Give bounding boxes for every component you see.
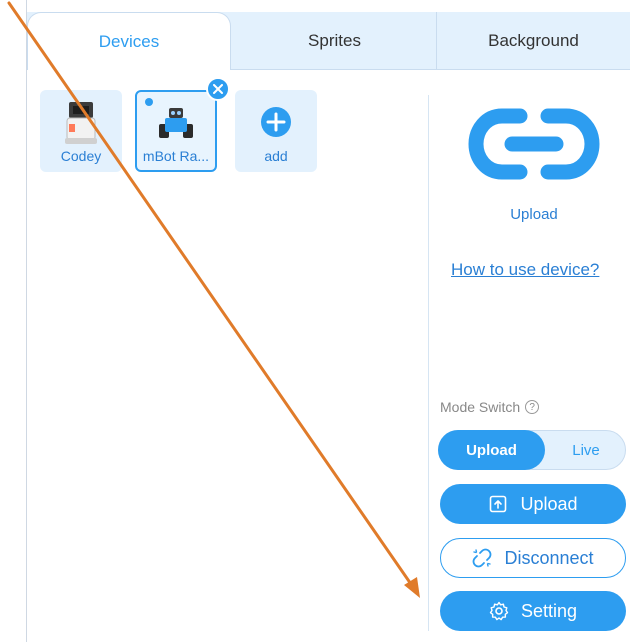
mode-switch-label: Mode Switch ? — [440, 399, 540, 415]
panel-divider — [428, 95, 429, 631]
mode-switch-toggle[interactable]: Upload Live — [438, 430, 626, 470]
tab-devices[interactable]: Devices — [27, 12, 231, 70]
device-label-codey: Codey — [60, 148, 102, 164]
left-edge-rule — [26, 0, 27, 642]
setting-button[interactable]: Setting — [440, 591, 626, 631]
help-question-icon[interactable]: ? — [525, 400, 540, 414]
remove-device-close-icon[interactable] — [206, 77, 230, 101]
device-label-mbot-ranger: mBot Ra... — [142, 148, 210, 164]
add-device-tile[interactable]: add — [235, 90, 317, 172]
setting-button-label: Setting — [520, 600, 578, 621]
link-icon — [468, 108, 600, 180]
upload-caption: Upload — [510, 206, 558, 223]
upload-button[interactable]: Upload — [440, 484, 626, 524]
tab-background[interactable]: Background — [437, 12, 630, 69]
upload-button-label: Upload — [520, 493, 578, 514]
tab-bar: Devices Sprites Background — [27, 12, 630, 70]
device-tile-codey[interactable]: Codey — [40, 90, 122, 172]
unlink-icon — [472, 548, 492, 568]
mode-option-live[interactable]: Live — [545, 430, 627, 470]
mode-option-upload[interactable]: Upload — [438, 430, 545, 470]
tab-sprites[interactable]: Sprites — [232, 12, 437, 69]
disconnect-button-label: Disconnect — [504, 547, 594, 568]
upload-icon — [488, 494, 508, 514]
how-to-use-device-link[interactable]: How to use device? — [451, 260, 599, 280]
gear-icon — [489, 601, 509, 621]
disconnect-button[interactable]: Disconnect — [440, 538, 626, 578]
add-icon — [261, 107, 291, 137]
device-tile-mbot-ranger[interactable]: mBot Ra... — [135, 90, 217, 172]
mode-switch-text: Mode Switch — [440, 399, 521, 415]
mbot-ranger-icon — [159, 108, 193, 138]
codey-robot-icon — [65, 102, 97, 144]
add-device-label: add — [264, 148, 288, 164]
connected-dot — [145, 98, 153, 106]
